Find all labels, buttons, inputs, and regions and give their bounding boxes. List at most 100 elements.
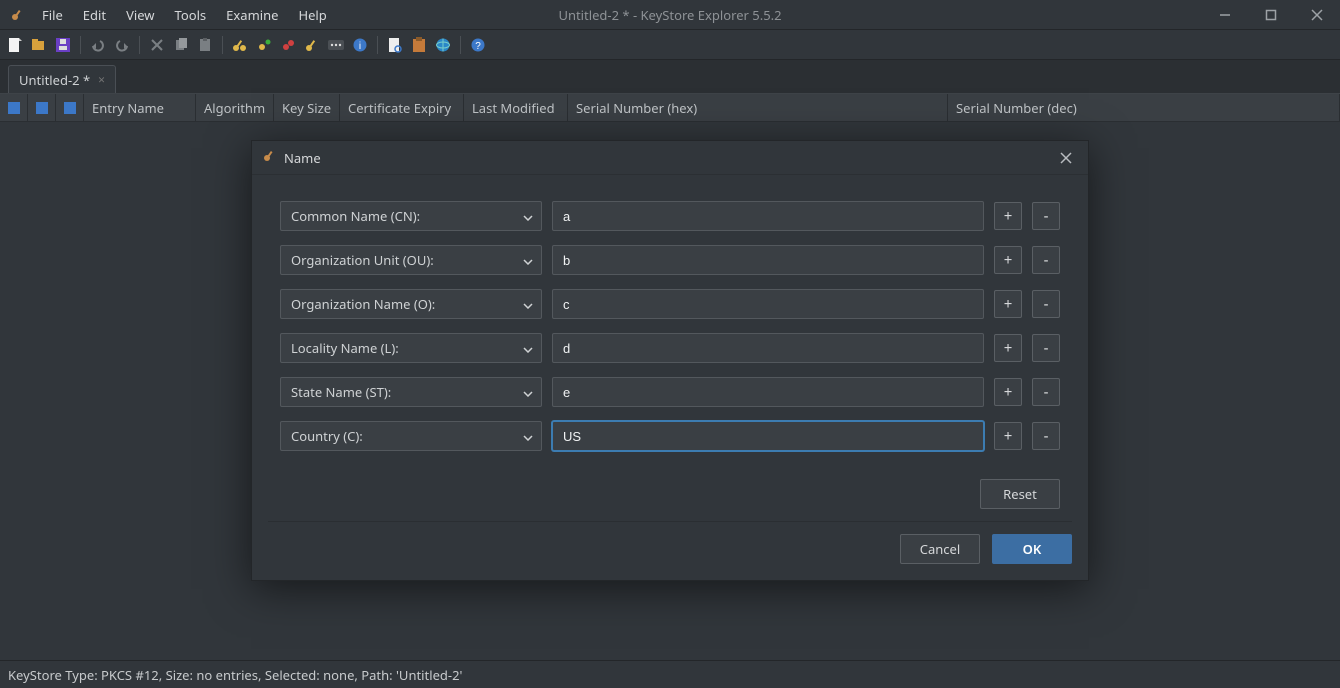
svg-text:?: ? xyxy=(475,41,481,52)
remove-row-button[interactable]: - xyxy=(1032,246,1060,274)
new-icon[interactable] xyxy=(6,36,24,54)
svg-text:i: i xyxy=(359,41,361,52)
col-serial-dec[interactable]: Serial Number (dec) xyxy=(948,94,1340,121)
keypair-red-icon[interactable] xyxy=(279,36,297,54)
cut-icon[interactable] xyxy=(148,36,166,54)
password-icon[interactable] xyxy=(327,36,345,54)
chevron-down-icon xyxy=(523,339,533,357)
separator xyxy=(80,36,81,54)
dn-type-select[interactable]: State Name (ST): xyxy=(280,377,542,407)
clipboard-icon[interactable] xyxy=(410,36,428,54)
dn-type-select[interactable]: Common Name (CN): xyxy=(280,201,542,231)
menu-bar: File Edit View Tools Examine Help xyxy=(32,0,337,30)
menu-edit[interactable]: Edit xyxy=(73,0,116,30)
dn-type-label: Common Name (CN): xyxy=(291,207,420,225)
separator xyxy=(460,36,461,54)
dn-row: Organization Unit (OU): +- xyxy=(280,245,1060,275)
chevron-down-icon xyxy=(523,383,533,401)
dn-type-select[interactable]: Organization Unit (OU): xyxy=(280,245,542,275)
menu-view[interactable]: View xyxy=(116,0,164,30)
close-button[interactable] xyxy=(1294,0,1340,30)
dialog-titlebar[interactable]: Name xyxy=(252,141,1088,175)
dn-type-select[interactable]: Country (C): xyxy=(280,421,542,451)
remove-row-button[interactable]: - xyxy=(1032,378,1060,406)
document-tab[interactable]: Untitled-2 * × xyxy=(8,65,116,93)
key-gold-icon[interactable] xyxy=(303,36,321,54)
menu-examine[interactable]: Examine xyxy=(216,0,288,30)
keypair-green-icon[interactable] xyxy=(255,36,273,54)
globe-icon[interactable] xyxy=(434,36,452,54)
dn-value-input[interactable] xyxy=(552,289,984,319)
dn-value-input[interactable] xyxy=(552,421,984,451)
add-row-button[interactable]: + xyxy=(994,422,1022,450)
dn-type-select[interactable]: Locality Name (L): xyxy=(280,333,542,363)
chevron-down-icon xyxy=(523,427,533,445)
status-bar: KeyStore Type: PKCS #12, Size: no entrie… xyxy=(0,660,1340,688)
col-serial-hex[interactable]: Serial Number (hex) xyxy=(568,94,948,121)
col-icon-2[interactable] xyxy=(28,94,56,121)
dialog-title: Name xyxy=(284,149,321,167)
menu-file[interactable]: File xyxy=(32,0,73,30)
info-icon[interactable]: i xyxy=(351,36,369,54)
add-row-button[interactable]: + xyxy=(994,290,1022,318)
dn-value-input[interactable] xyxy=(552,245,984,275)
dn-type-label: Country (C): xyxy=(291,427,363,445)
add-row-button[interactable]: + xyxy=(994,202,1022,230)
col-icon-1[interactable] xyxy=(0,94,28,121)
keypair-gold-icon[interactable] xyxy=(231,36,249,54)
dn-type-label: Organization Name (O): xyxy=(291,295,435,313)
dn-row: State Name (ST): +- xyxy=(280,377,1060,407)
dialog-body: Common Name (CN):+-Organization Unit (OU… xyxy=(252,175,1088,473)
dialog-icon xyxy=(262,149,276,167)
col-icon-3[interactable] xyxy=(56,94,84,121)
remove-row-button[interactable]: - xyxy=(1032,290,1060,318)
col-algorithm[interactable]: Algorithm xyxy=(196,94,274,121)
dn-value-input[interactable] xyxy=(552,333,984,363)
name-dialog: Name Common Name (CN):+-Organization Uni… xyxy=(251,140,1089,581)
dn-value-input[interactable] xyxy=(552,377,984,407)
maximize-button[interactable] xyxy=(1248,0,1294,30)
add-row-button[interactable]: + xyxy=(994,246,1022,274)
chevron-down-icon xyxy=(523,295,533,313)
menu-help[interactable]: Help xyxy=(288,0,336,30)
separator xyxy=(139,36,140,54)
window-controls xyxy=(1202,0,1340,30)
dn-type-label: State Name (ST): xyxy=(291,383,391,401)
save-icon[interactable] xyxy=(54,36,72,54)
help-icon[interactable]: ? xyxy=(469,36,487,54)
separator xyxy=(222,36,223,54)
cancel-button[interactable]: Cancel xyxy=(900,534,980,564)
undo-icon[interactable] xyxy=(89,36,107,54)
app-icon xyxy=(6,7,28,23)
col-entry-name[interactable]: Entry Name xyxy=(84,94,196,121)
remove-row-button[interactable]: - xyxy=(1032,202,1060,230)
dialog-reset-row: Reset xyxy=(252,473,1088,521)
tab-close-icon[interactable]: × xyxy=(98,71,105,88)
paste-icon[interactable] xyxy=(196,36,214,54)
separator xyxy=(377,36,378,54)
col-last-modified[interactable]: Last Modified xyxy=(464,94,568,121)
redo-icon[interactable] xyxy=(113,36,131,54)
dn-value-input[interactable] xyxy=(552,201,984,231)
col-cert-expiry[interactable]: Certificate Expiry xyxy=(340,94,464,121)
minimize-button[interactable] xyxy=(1202,0,1248,30)
remove-row-button[interactable]: - xyxy=(1032,334,1060,362)
open-icon[interactable] xyxy=(30,36,48,54)
dn-row: Organization Name (O): +- xyxy=(280,289,1060,319)
add-row-button[interactable]: + xyxy=(994,378,1022,406)
toolbar: i ? xyxy=(0,30,1340,60)
dn-type-select[interactable]: Organization Name (O): xyxy=(280,289,542,319)
document-tab-label: Untitled-2 * xyxy=(19,71,90,89)
remove-row-button[interactable]: - xyxy=(1032,422,1060,450)
col-key-size[interactable]: Key Size xyxy=(274,94,340,121)
ok-button[interactable]: OK xyxy=(992,534,1072,564)
reset-button[interactable]: Reset xyxy=(980,479,1060,509)
dialog-close-button[interactable] xyxy=(1054,146,1078,170)
dn-type-label: Locality Name (L): xyxy=(291,339,399,357)
menu-tools[interactable]: Tools xyxy=(165,0,217,30)
inspect-doc-icon[interactable] xyxy=(386,36,404,54)
dn-row: Country (C): +- xyxy=(280,421,1060,451)
copy-icon[interactable] xyxy=(172,36,190,54)
add-row-button[interactable]: + xyxy=(994,334,1022,362)
chevron-down-icon xyxy=(523,251,533,269)
